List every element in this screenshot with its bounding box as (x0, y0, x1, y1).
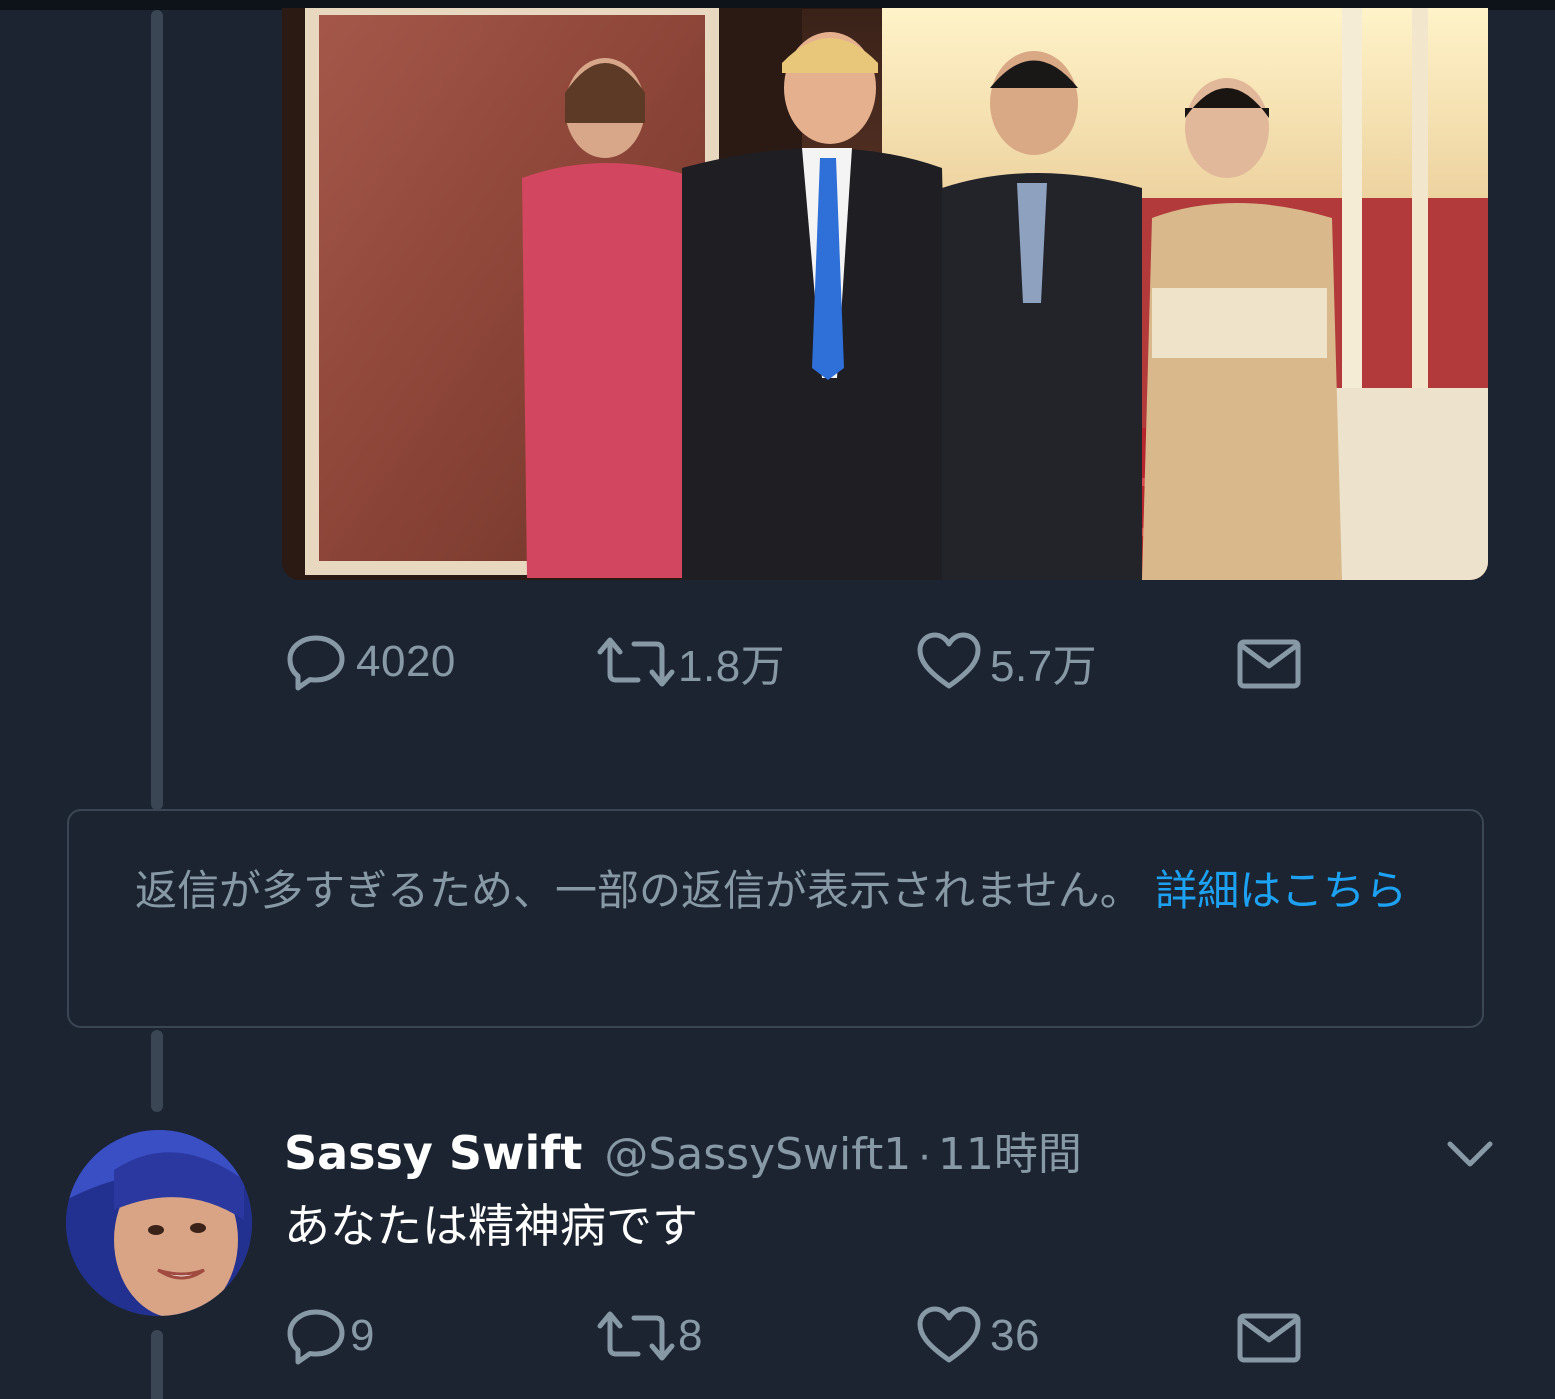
retweet-icon (597, 637, 675, 687)
notice-message: 返信が多すぎるため、一部の返信が表示されません。 詳細はこちら (135, 859, 1425, 923)
direct-message-button[interactable] (1236, 622, 1302, 702)
direct-message-button[interactable] (1236, 1296, 1302, 1376)
envelope-icon (1237, 1313, 1301, 1363)
reply-count: 9 (350, 1311, 375, 1360)
heart-icon (917, 632, 981, 689)
thread-connector-line (151, 1330, 163, 1399)
retweet-button[interactable]: 1.8万 (596, 622, 785, 702)
reply-text: あなたは精神病です (284, 1199, 698, 1253)
retweet-count: 8 (678, 1311, 703, 1360)
retweet-count: 1.8万 (678, 642, 786, 691)
thread-connector-line (151, 10, 163, 810)
reply-button[interactable]: 9 (284, 1296, 375, 1376)
reply-action-bar: 9 8 36 (284, 1296, 1384, 1376)
retweet-icon (597, 1311, 675, 1361)
reply-bubble-icon (287, 635, 345, 691)
thread-connector-line (151, 1030, 163, 1112)
reply-header: Sassy Swift @SassySwift1 · 11時間 (284, 1118, 1082, 1184)
reply-bubble-icon (287, 1309, 345, 1365)
tweet-thread-screen: 4020 1.8万 5.7万 返信が多すぎるため、一部の返信が表示されません。 … (0, 0, 1555, 1399)
reply-timestamp[interactable]: 11時間 (938, 1118, 1082, 1182)
reply-button[interactable]: 4020 (284, 622, 456, 702)
more-options-button[interactable] (1444, 1132, 1496, 1176)
reply-display-name[interactable]: Sassy Swift (284, 1126, 582, 1180)
like-button[interactable]: 5.7万 (916, 622, 1097, 702)
reply-handle[interactable]: @SassySwift1 (604, 1129, 911, 1180)
retweet-button[interactable]: 8 (596, 1296, 703, 1376)
chevron-down-icon (1447, 1141, 1493, 1167)
avatar[interactable] (66, 1130, 252, 1316)
reply-count: 4020 (356, 637, 456, 686)
like-button[interactable]: 36 (916, 1296, 1040, 1376)
learn-more-link[interactable]: 詳細はこちら (1155, 866, 1407, 915)
like-count: 5.7万 (990, 642, 1098, 691)
heart-icon (917, 1306, 981, 1363)
tweet-photo[interactable] (282, 8, 1488, 580)
separator-dot: · (917, 1130, 932, 1179)
hidden-replies-notice: 返信が多すぎるため、一部の返信が表示されません。 詳細はこちら (67, 809, 1484, 1028)
envelope-icon (1237, 639, 1301, 689)
notice-text: 返信が多すぎるため、一部の返信が表示されません。 (135, 866, 1142, 915)
like-count: 36 (990, 1311, 1040, 1360)
tweet-action-bar: 4020 1.8万 5.7万 (284, 622, 1384, 702)
